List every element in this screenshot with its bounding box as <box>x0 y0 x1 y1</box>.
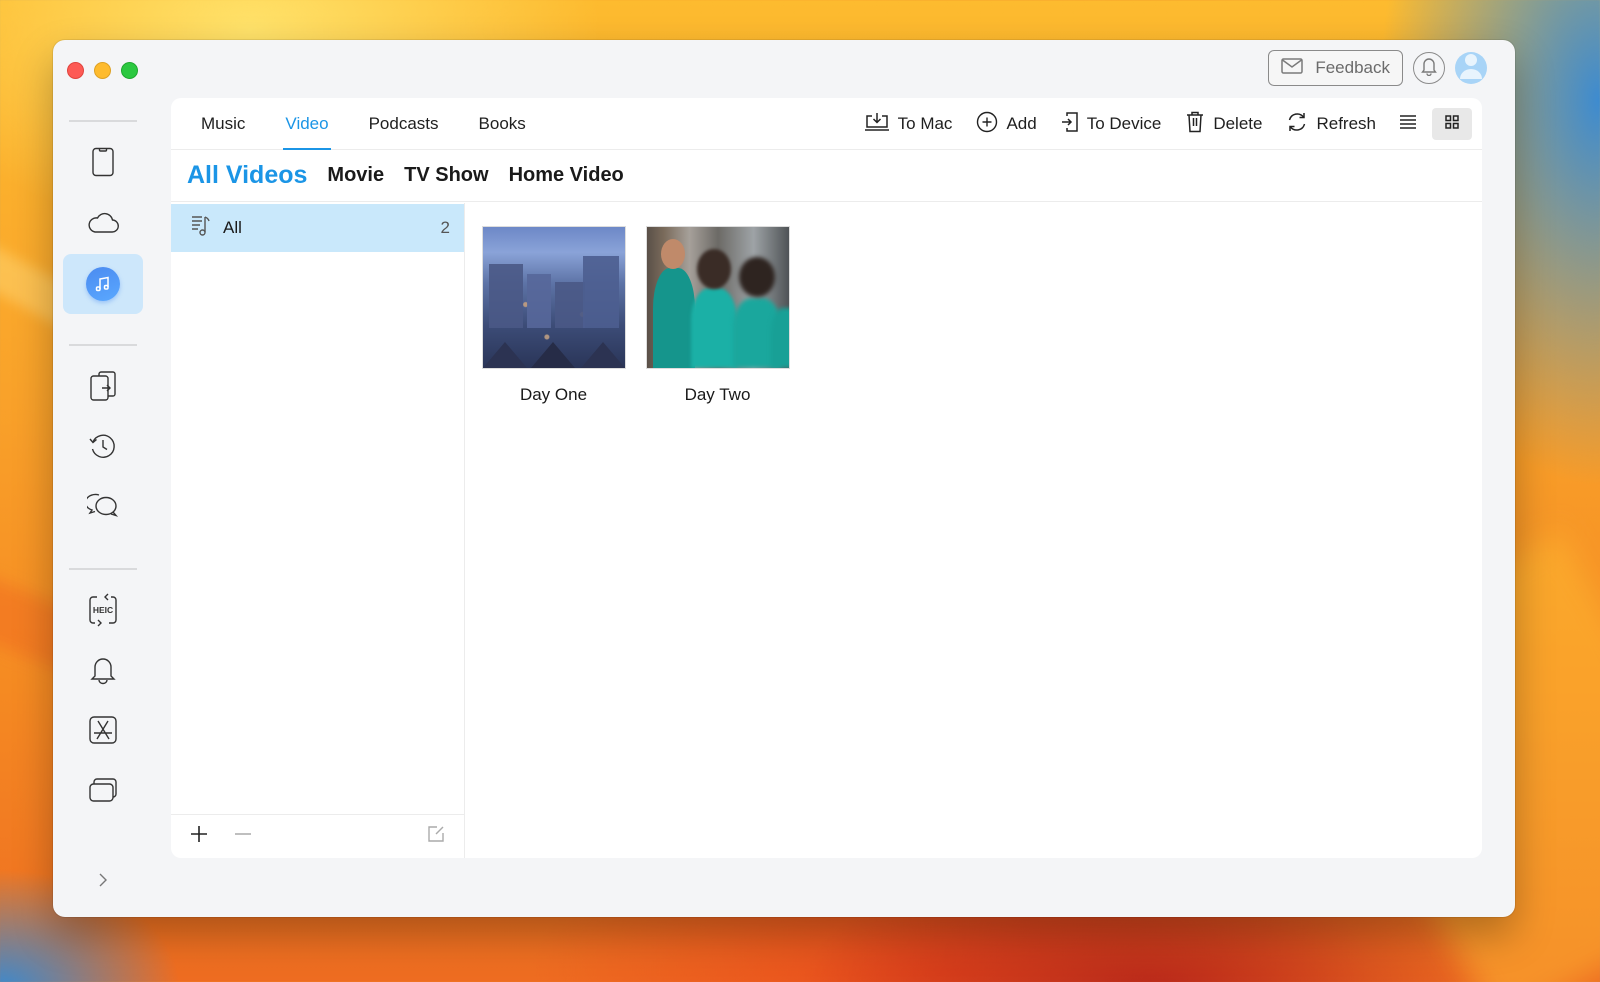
bell-icon <box>1421 56 1437 81</box>
delete-button[interactable]: Delete <box>1185 111 1262 138</box>
add-button[interactable]: Add <box>976 111 1036 138</box>
transfer-icon <box>89 370 117 407</box>
toolbar: To Mac Add To Device <box>864 98 1472 150</box>
sidebar-item-messages[interactable] <box>63 478 143 538</box>
import-to-device-icon <box>1061 111 1079 138</box>
sidebar-expand-button[interactable] <box>53 872 153 893</box>
svg-text:HEIC: HEIC <box>93 605 113 615</box>
add-playlist-button[interactable] <box>187 825 211 849</box>
category-tabs: Music Video Podcasts Books To Mac Add <box>171 98 1482 150</box>
video-grid: Day One Day Two <box>465 203 1482 858</box>
video-title: Day Two <box>685 385 751 405</box>
playlist-footer <box>171 814 464 858</box>
sidebar-item-history[interactable] <box>63 418 143 478</box>
feedback-button[interactable]: Feedback <box>1268 50 1403 86</box>
minus-icon <box>234 825 252 848</box>
plus-circle-icon <box>976 111 998 138</box>
video-card[interactable]: Day Two <box>645 226 790 835</box>
close-window-button[interactable] <box>67 62 84 79</box>
to-mac-label: To Mac <box>898 114 953 134</box>
video-thumbnail[interactable] <box>646 226 790 369</box>
remove-playlist-button[interactable] <box>231 825 255 849</box>
sidebar-item-device[interactable] <box>63 134 143 194</box>
windows-icon <box>88 777 118 808</box>
plus-icon <box>190 825 208 848</box>
video-thumbnail[interactable] <box>482 226 626 369</box>
cloud-icon <box>87 210 119 239</box>
tab-music[interactable]: Music <box>181 98 265 150</box>
sidebar-item-phone-transfer[interactable] <box>63 358 143 418</box>
playlist-label: All <box>223 218 441 238</box>
window-controls <box>67 62 138 79</box>
app-window: Feedback <box>53 40 1515 917</box>
sidebar-item-screen-mirror[interactable] <box>63 762 143 822</box>
feedback-label: Feedback <box>1315 58 1390 78</box>
playlist-count: 2 <box>441 218 450 238</box>
notifications-button[interactable] <box>1413 52 1445 84</box>
minimize-window-button[interactable] <box>94 62 111 79</box>
heic-convert-icon: HEIC <box>88 593 118 632</box>
trash-icon <box>1185 111 1205 138</box>
tab-podcasts[interactable]: Podcasts <box>349 98 459 150</box>
playlist-pane: All 2 <box>171 203 465 858</box>
app-store-icon <box>88 715 118 750</box>
history-icon <box>88 431 118 466</box>
video-title: Day One <box>520 385 587 405</box>
playlist-icon <box>191 215 211 242</box>
list-view-button[interactable] <box>1388 108 1428 140</box>
grid-icon <box>1444 114 1460 135</box>
tab-books[interactable]: Books <box>459 98 546 150</box>
user-avatar-icon <box>1455 52 1487 84</box>
video-filter-tabs: All Videos Movie TV Show Home Video <box>171 150 1482 202</box>
subtab-movie[interactable]: Movie <box>327 164 384 187</box>
tab-video[interactable]: Video <box>265 98 348 150</box>
user-avatar[interactable] <box>1455 52 1487 84</box>
to-device-label: To Device <box>1087 114 1162 134</box>
subtab-all-videos[interactable]: All Videos <box>187 161 307 190</box>
refresh-label: Refresh <box>1316 114 1376 134</box>
to-mac-button[interactable]: To Mac <box>864 112 953 137</box>
chevron-right-icon <box>98 872 108 893</box>
add-label: Add <box>1006 114 1036 134</box>
main-panel: Music Video Podcasts Books To Mac Add <box>171 98 1482 858</box>
subtab-home-video[interactable]: Home Video <box>509 164 624 187</box>
sidebar-item-media[interactable] <box>63 254 143 314</box>
sidebar-item-heic-converter[interactable]: HEIC <box>63 582 143 642</box>
chat-bubbles-icon <box>87 492 119 525</box>
refresh-icon <box>1286 111 1308 138</box>
sidebar-item-app-manager[interactable] <box>63 702 143 762</box>
music-note-icon <box>86 267 120 301</box>
to-device-button[interactable]: To Device <box>1061 111 1162 138</box>
grid-view-button[interactable] <box>1432 108 1472 140</box>
content-area: All 2 <box>171 203 1482 858</box>
sidebar-item-ringtone[interactable] <box>63 642 143 702</box>
delete-label: Delete <box>1213 114 1262 134</box>
sidebar-item-icloud[interactable] <box>63 194 143 254</box>
list-icon <box>1399 114 1417 135</box>
maximize-window-button[interactable] <box>121 62 138 79</box>
edit-playlist-button[interactable] <box>424 825 448 849</box>
video-card[interactable]: Day One <box>481 226 626 835</box>
phone-icon <box>91 147 115 182</box>
export-to-computer-icon <box>864 112 890 137</box>
subtab-tv-show[interactable]: TV Show <box>404 164 488 187</box>
refresh-button[interactable]: Refresh <box>1286 111 1376 138</box>
edit-icon <box>427 825 445 848</box>
mail-icon <box>1281 58 1303 79</box>
sidebar: HEIC <box>53 120 153 822</box>
playlist-item-all[interactable]: All 2 <box>171 204 464 252</box>
header-actions: Feedback <box>1268 50 1487 86</box>
bell-icon <box>90 655 116 690</box>
